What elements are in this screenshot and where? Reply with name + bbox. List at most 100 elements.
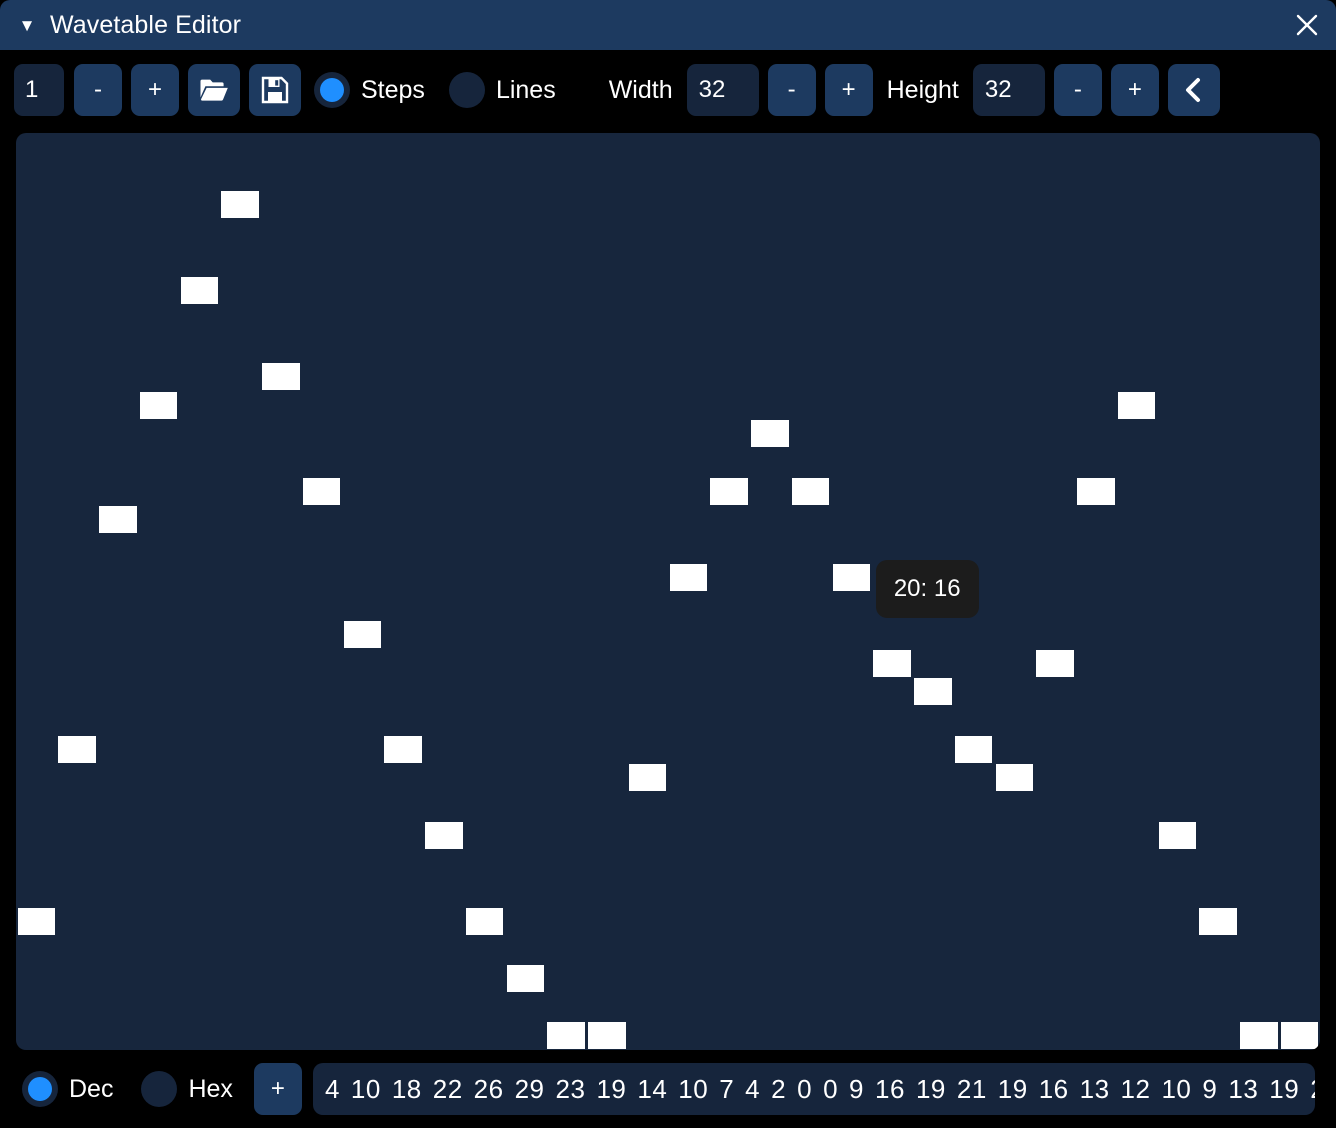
caret-down-icon[interactable]: ▼ [14, 12, 40, 38]
value-item[interactable]: 10 [351, 1074, 381, 1105]
wavetable-step[interactable] [262, 363, 300, 391]
wavetable-step[interactable] [914, 678, 952, 706]
value-item[interactable]: 0 [823, 1074, 838, 1105]
value-item[interactable]: 10 [1161, 1074, 1191, 1105]
save-file-button[interactable] [249, 64, 301, 116]
wavetable-step[interactable] [954, 735, 993, 763]
wavetable-step[interactable] [588, 1022, 626, 1050]
value-item[interactable]: 22 [1310, 1074, 1315, 1105]
value-item[interactable]: 16 [1039, 1074, 1069, 1105]
value-item[interactable]: 19 [998, 1074, 1028, 1105]
value-item[interactable]: 13 [1080, 1074, 1110, 1105]
value-item[interactable]: 4 [745, 1074, 760, 1105]
wavetable-step[interactable] [1158, 821, 1197, 849]
frame-decrement-button[interactable]: - [74, 64, 122, 116]
base-hex-radio[interactable]: Hex [141, 1071, 233, 1107]
width-increment-button[interactable]: + [824, 64, 873, 116]
value-item[interactable]: 9 [1202, 1074, 1217, 1105]
frame-increment-button[interactable]: + [131, 64, 179, 116]
folder-open-icon [200, 79, 228, 101]
value-item[interactable]: 4 [325, 1074, 340, 1105]
hex-radio-indicator[interactable] [141, 1071, 178, 1107]
add-value-button[interactable]: + [253, 1063, 302, 1115]
value-item[interactable]: 9 [849, 1074, 864, 1105]
width-label: Width [608, 75, 673, 104]
hex-radio-label: Hex [188, 1074, 233, 1103]
value-item[interactable]: 19 [596, 1074, 626, 1105]
value-item[interactable]: 13 [1228, 1074, 1258, 1105]
editor-footer: Dec Hex + 4 10 18 22 26 29 23 19 14 10 7 4 2 0 0 9 16 19 2… [0, 1050, 1336, 1128]
wavetable-step[interactable] [17, 907, 56, 935]
close-button[interactable] [1286, 5, 1328, 45]
steps-radio-label: Steps [361, 75, 425, 104]
value-item[interactable]: 23 [556, 1074, 586, 1105]
steps-radio-indicator[interactable] [314, 72, 350, 108]
close-icon [1296, 14, 1318, 36]
mode-steps-radio[interactable]: Steps [314, 72, 425, 108]
wavetable-step[interactable] [1036, 649, 1074, 677]
editor-toolbar: 1 - + Steps Lines Width 32 - + Height 32… [0, 50, 1336, 130]
wavetable-step[interactable] [873, 649, 911, 677]
wavetable-step[interactable] [506, 964, 545, 992]
wavetable-step[interactable] [1280, 1022, 1319, 1050]
value-item[interactable]: 0 [797, 1074, 812, 1105]
value-item[interactable]: 21 [957, 1074, 987, 1105]
floppy-save-icon [261, 76, 289, 104]
open-file-button[interactable] [188, 64, 240, 116]
value-item[interactable]: 18 [392, 1074, 422, 1105]
height-decrement-button[interactable]: - [1053, 64, 1102, 116]
lines-radio-indicator[interactable] [448, 72, 485, 108]
chevron-left-icon [1185, 78, 1200, 102]
value-item[interactable]: 19 [1269, 1074, 1299, 1105]
window-titlebar: ▼ Wavetable Editor [0, 0, 1336, 50]
value-item[interactable]: 10 [678, 1074, 708, 1105]
window-title: Wavetable Editor [50, 10, 242, 39]
height-increment-button[interactable]: + [1110, 64, 1159, 116]
wavetable-step[interactable] [343, 620, 382, 648]
height-input[interactable]: 32 [972, 64, 1045, 116]
wavetable-step[interactable] [751, 420, 789, 448]
lines-radio-label: Lines [495, 75, 556, 104]
wavetable-step[interactable] [1077, 477, 1115, 505]
wavetable-step[interactable] [791, 477, 830, 505]
height-label: Height [886, 75, 959, 104]
dec-radio-label: Dec [69, 1074, 114, 1103]
mode-lines-radio[interactable]: Lines [448, 72, 556, 108]
wavetable-step[interactable] [1199, 907, 1237, 935]
wavetable-step[interactable] [1117, 391, 1156, 419]
wavetable-step[interactable] [99, 506, 137, 534]
wavetable-canvas[interactable]: 20: 16 [16, 133, 1320, 1050]
value-item[interactable]: 7 [719, 1074, 734, 1105]
width-input[interactable]: 32 [686, 64, 759, 116]
wavetable-step[interactable] [384, 735, 422, 763]
value-item[interactable]: 16 [875, 1074, 905, 1105]
wavetable-step[interactable] [465, 907, 504, 935]
frame-number-field[interactable]: 1 [14, 64, 64, 116]
wavetable-step[interactable] [58, 735, 96, 763]
value-item[interactable]: 14 [637, 1074, 667, 1105]
wavetable-step[interactable] [832, 563, 871, 591]
values-list[interactable]: 4 10 18 22 26 29 23 19 14 10 7 4 2 0 0 9 16 19 21 19 16 13 12 1… [312, 1063, 1315, 1115]
wavetable-step[interactable] [425, 821, 463, 849]
base-dec-radio[interactable]: Dec [22, 1071, 113, 1107]
value-item[interactable]: 19 [916, 1074, 946, 1105]
wavetable-step[interactable] [995, 764, 1034, 792]
wavetable-step[interactable] [221, 191, 259, 219]
back-button[interactable] [1167, 64, 1220, 116]
wavetable-step[interactable] [547, 1022, 585, 1050]
wavetable-step[interactable] [139, 391, 178, 419]
wavetable-editor-window: ▼ Wavetable Editor 1 - + Steps Lines Wid… [0, 0, 1336, 1128]
value-item[interactable]: 29 [515, 1074, 545, 1105]
wavetable-step[interactable] [628, 764, 667, 792]
value-item[interactable]: 2 [771, 1074, 786, 1105]
width-decrement-button[interactable]: - [767, 64, 816, 116]
wavetable-step[interactable] [1240, 1022, 1278, 1050]
value-item[interactable]: 22 [433, 1074, 463, 1105]
dec-radio-indicator[interactable] [22, 1071, 58, 1107]
wavetable-step[interactable] [710, 477, 748, 505]
wavetable-step[interactable] [302, 477, 341, 505]
wavetable-step[interactable] [669, 563, 708, 591]
value-item[interactable]: 12 [1121, 1074, 1151, 1105]
value-item[interactable]: 26 [474, 1074, 504, 1105]
wavetable-step[interactable] [180, 277, 219, 305]
